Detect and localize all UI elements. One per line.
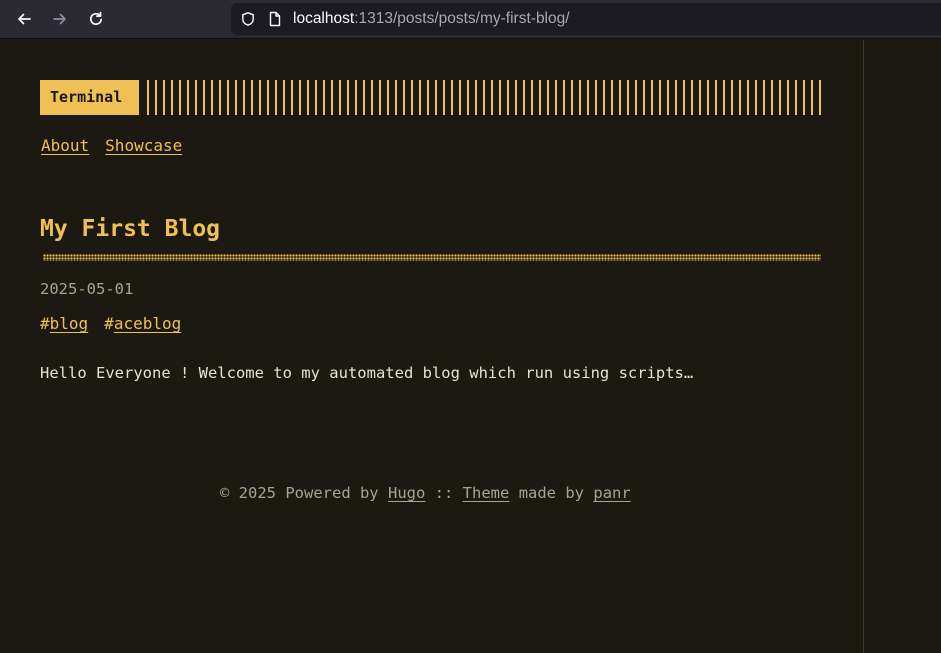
vertical-divider	[863, 40, 864, 653]
url-host: localhost	[293, 10, 355, 27]
url-text: localhost:1313/posts/posts/my-first-blog…	[293, 10, 570, 28]
page-icon	[267, 11, 283, 27]
reload-button[interactable]	[85, 8, 107, 30]
main-menu: About Showcase	[41, 136, 198, 155]
title-dotted-underline	[43, 254, 821, 261]
tag-link-blog[interactable]: blog	[50, 314, 89, 333]
post-title[interactable]: My First Blog	[40, 216, 220, 242]
tag-blog: #blog	[40, 314, 88, 333]
footer-copyright: © 2025 Powered by	[220, 484, 379, 502]
url-path: :1313/posts/posts/my-first-blog/	[354, 10, 570, 27]
site-footer: © 2025 Powered by Hugo :: Theme made by …	[220, 484, 631, 502]
site-logo[interactable]: Terminal	[40, 80, 139, 115]
browser-toolbar: localhost:1313/posts/posts/my-first-blog…	[0, 0, 941, 39]
tag-hash: #	[40, 314, 50, 333]
reload-icon	[90, 11, 103, 26]
site-header: Terminal	[40, 80, 821, 115]
footer-made-by: made by	[518, 484, 585, 502]
tag-hash: #	[104, 314, 114, 333]
tag-aceblog: #aceblog	[104, 314, 181, 333]
menu-item-showcase[interactable]: Showcase	[105, 136, 182, 155]
footer-separator: ::	[434, 484, 454, 502]
shield-icon[interactable]	[240, 11, 256, 27]
forward-button[interactable]	[49, 8, 71, 30]
back-arrow-icon	[18, 13, 31, 25]
footer-author-link[interactable]: panr	[593, 484, 630, 502]
tag-link-aceblog[interactable]: aceblog	[114, 314, 181, 333]
forward-arrow-icon	[53, 13, 66, 25]
footer-hugo-link[interactable]: Hugo	[388, 484, 425, 502]
address-bar[interactable]: localhost:1313/posts/posts/my-first-blog…	[231, 3, 941, 35]
back-button[interactable]	[13, 8, 35, 30]
menu-item-about[interactable]: About	[41, 136, 89, 155]
post-tags: #blog #aceblog	[40, 314, 197, 333]
logo-decoration-bars	[147, 80, 821, 115]
post-content: Hello Everyone ! Welcome to my automated…	[40, 364, 694, 382]
post-date: 2025-05-01	[40, 280, 134, 298]
footer-theme-link[interactable]: Theme	[463, 484, 510, 502]
page-content: Terminal About Showcase My First Blog 202…	[0, 40, 941, 653]
